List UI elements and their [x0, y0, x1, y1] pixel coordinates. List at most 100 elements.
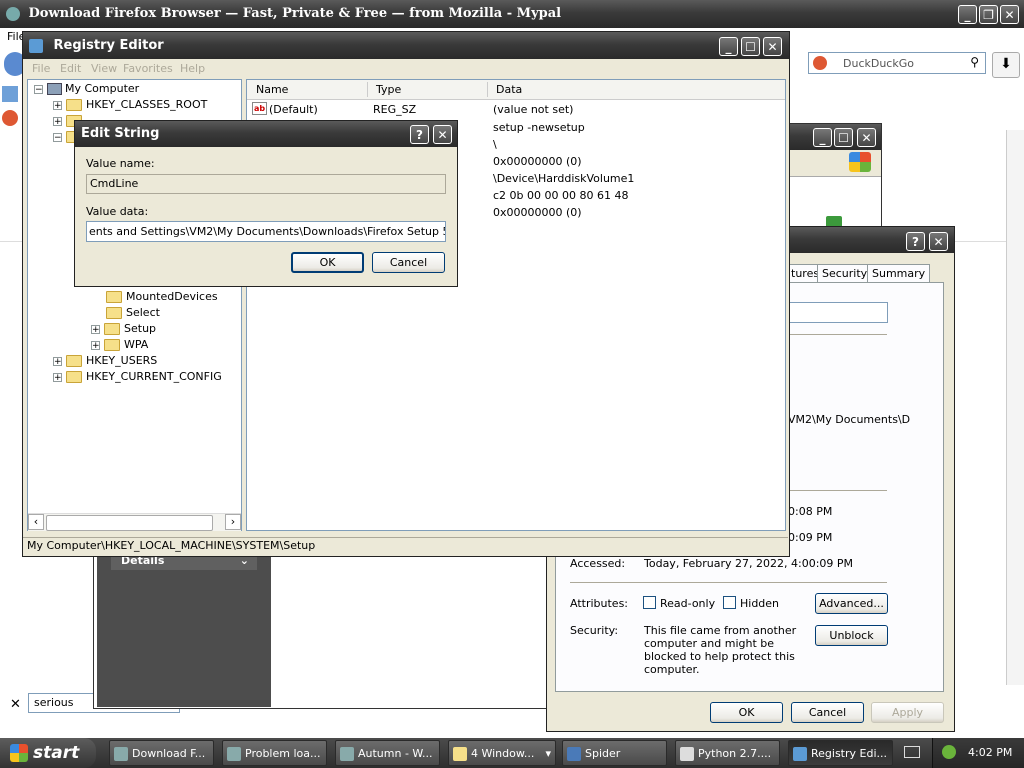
browser-scrollbar[interactable]	[1006, 130, 1024, 685]
properties-ok-button[interactable]: OK	[710, 702, 783, 723]
taskbar-item-label: Python 2.7....	[698, 747, 772, 760]
value-data-input[interactable]: ents and Settings\VM2\My Documents\Downl…	[86, 221, 446, 242]
expand-icon[interactable]: +	[91, 324, 100, 334]
menu-edit[interactable]: Edit	[60, 59, 81, 78]
folder-icon	[453, 747, 467, 761]
tree-mounteddevices[interactable]: MountedDevices	[106, 289, 218, 305]
tree-label: HKEY_CURRENT_CONFIG	[86, 370, 222, 383]
keyboard-icon[interactable]	[904, 746, 920, 758]
explorer-maximize-button[interactable]: ☐	[834, 128, 853, 147]
search-engine-label: DuckDuckGo	[843, 57, 914, 70]
taskbar-item-windows-group[interactable]: 4 Window... ▾	[448, 740, 556, 766]
taskbar-item-label: Autumn - W...	[358, 747, 433, 760]
start-button[interactable]: start	[0, 738, 96, 768]
menu-favorites[interactable]: Favorites	[123, 59, 173, 78]
taskbar-item-firefox[interactable]: Download F...	[109, 740, 214, 766]
tree-hku[interactable]: + HKEY_USERS	[53, 353, 157, 369]
regedit-title: Registry Editor	[53, 38, 164, 53]
properties-created-value: 0:08 PM	[788, 505, 833, 518]
folder-icon	[66, 371, 82, 383]
edit-string-help-button[interactable]: ?	[410, 125, 429, 144]
properties-help-button[interactable]: ?	[906, 232, 925, 251]
column-header-name[interactable]: Name	[256, 83, 288, 96]
explorer-minimize-button[interactable]: _	[813, 128, 832, 147]
value-name-label: Value name:	[86, 157, 155, 170]
menu-view[interactable]: View	[91, 59, 117, 78]
regedit-close-button[interactable]: ✕	[763, 37, 782, 56]
value-name-field: CmdLine	[86, 174, 446, 194]
browser-icon	[340, 747, 354, 761]
regedit-minimize-button[interactable]: _	[719, 37, 738, 56]
expand-icon[interactable]: +	[53, 116, 62, 126]
properties-close-button[interactable]: ✕	[929, 232, 948, 251]
tree-wpa[interactable]: + WPA	[91, 337, 148, 353]
findbar-close-icon[interactable]: ✕	[10, 697, 21, 712]
hidden-checkbox[interactable]	[723, 596, 736, 609]
browser-restore-button[interactable]: ❐	[979, 5, 998, 24]
regedit-maximize-button[interactable]: ☐	[741, 37, 760, 56]
taskbar-item-label: Spider	[585, 747, 621, 760]
properties-name-field[interactable]	[786, 302, 888, 323]
taskbar-item-python[interactable]: Python 2.7....	[675, 740, 780, 766]
tab-summary[interactable]: Summary	[867, 264, 931, 283]
tree-hkcc[interactable]: + HKEY_CURRENT_CONFIG	[53, 369, 222, 385]
browser-left-icon-2[interactable]	[2, 110, 18, 126]
clock: 4:02 PM	[968, 746, 1013, 759]
scroll-left-icon[interactable]: ‹	[28, 514, 44, 530]
properties-location-value: VM2\My Documents\D	[788, 413, 911, 426]
properties-separator	[570, 582, 887, 583]
taskbar-item-problem[interactable]: Problem loa...	[222, 740, 327, 766]
edit-string-cancel-button[interactable]: Cancel	[372, 252, 445, 273]
search-icon[interactable]: ⚲	[970, 55, 979, 69]
taskbar-item-regedit[interactable]: Registry Edi...	[788, 740, 893, 766]
value-data-text: ents and Settings\VM2\My Documents\Downl…	[89, 225, 445, 238]
expand-icon[interactable]: +	[53, 100, 62, 110]
scroll-right-icon[interactable]: ›	[225, 514, 241, 530]
taskbar-item-label: 4 Window...	[471, 747, 535, 760]
tree-hkcr[interactable]: + HKEY_CLASSES_ROOT	[53, 97, 207, 113]
taskbar-item-spider[interactable]: Spider	[562, 740, 667, 766]
tree-setup[interactable]: + Setup	[91, 321, 156, 337]
string-value-icon: ab	[252, 102, 267, 115]
tree-my-computer[interactable]: − My Computer	[34, 81, 139, 97]
row-0-data: (value not set)	[493, 103, 574, 116]
network-icon[interactable]	[942, 745, 956, 759]
browser-left-icon[interactable]	[2, 86, 18, 102]
explorer-close-button[interactable]: ✕	[857, 128, 876, 147]
edit-string-ok-button[interactable]: OK	[291, 252, 364, 273]
edit-string-title: Edit String	[81, 126, 160, 141]
expand-icon[interactable]: +	[53, 372, 62, 382]
accessed-label: Accessed:	[570, 557, 626, 570]
properties-apply-button[interactable]: Apply	[871, 702, 944, 723]
browser-minimize-button[interactable]: _	[958, 5, 977, 24]
properties-cancel-button[interactable]: Cancel	[791, 702, 864, 723]
column-header-type[interactable]: Type	[376, 83, 401, 96]
column-divider	[367, 82, 368, 97]
readonly-label: Read-only	[660, 597, 716, 610]
row-5-data: c2 0b 00 00 00 80 61 48	[493, 189, 629, 202]
collapse-icon[interactable]: −	[34, 84, 43, 94]
menu-help[interactable]: Help	[180, 59, 205, 78]
browser-close-button[interactable]: ✕	[1000, 5, 1019, 24]
edit-string-close-button[interactable]: ✕	[433, 125, 452, 144]
expand-icon[interactable]: +	[91, 340, 100, 350]
taskbar-item-autumn[interactable]: Autumn - W...	[335, 740, 440, 766]
tree-horizontal-scrollbar[interactable]: ‹ ›	[28, 513, 241, 531]
collapse-icon[interactable]: −	[53, 132, 62, 142]
scroll-thumb[interactable]	[46, 515, 213, 531]
attributes-label: Attributes:	[570, 597, 629, 610]
tree-select[interactable]: Select	[106, 305, 160, 321]
readonly-checkbox[interactable]	[643, 596, 656, 609]
row-0-name[interactable]: (Default)	[269, 103, 318, 116]
browser-search-box[interactable]: DuckDuckGo ⚲	[808, 52, 986, 74]
properties-modified-value: 0:09 PM	[788, 531, 833, 544]
advanced-button[interactable]: Advanced...	[815, 593, 888, 614]
tab-security[interactable]: Security	[817, 264, 873, 283]
menu-file[interactable]: File	[32, 59, 50, 78]
unblock-button[interactable]: Unblock	[815, 625, 888, 646]
row-2-data: \	[493, 138, 497, 151]
tree-label: Select	[126, 306, 160, 319]
download-icon[interactable]: ⬇	[992, 52, 1020, 78]
expand-icon[interactable]: +	[53, 356, 62, 366]
column-header-data[interactable]: Data	[496, 83, 522, 96]
